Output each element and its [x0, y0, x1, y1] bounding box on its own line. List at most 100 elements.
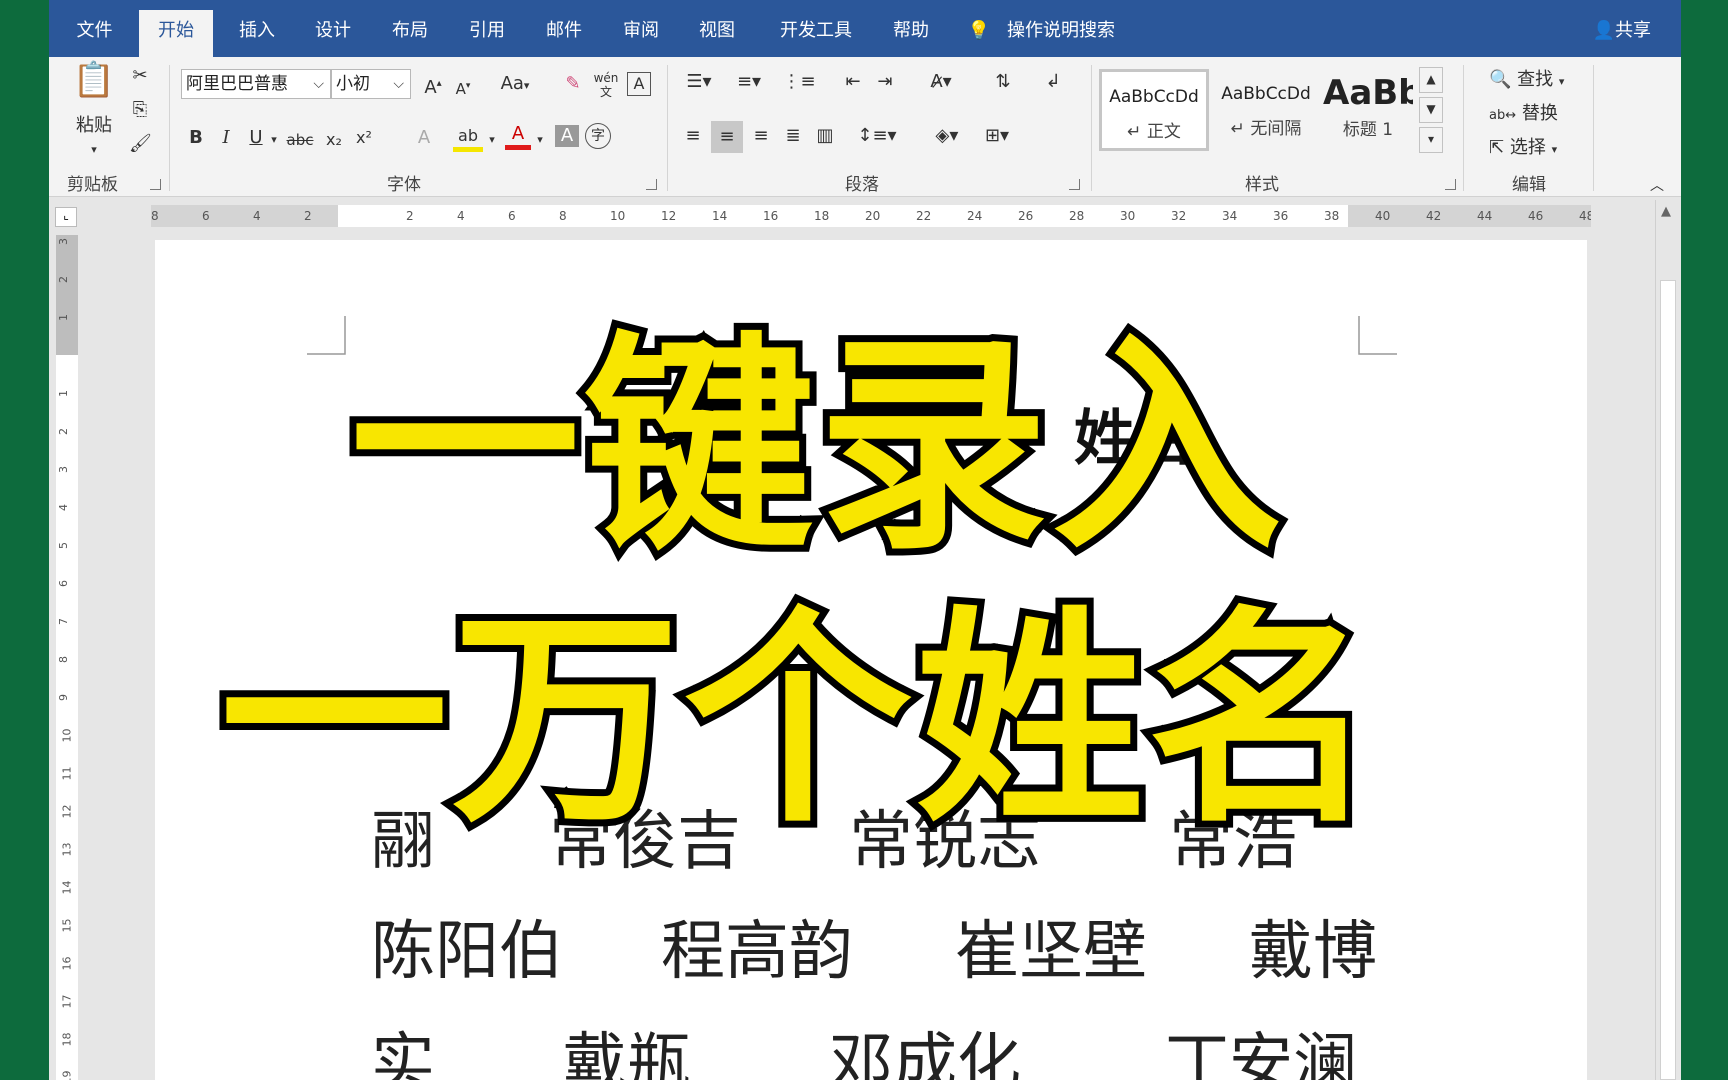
- tab-layout[interactable]: 布局: [382, 16, 438, 57]
- change-case-label: Aa: [500, 73, 524, 94]
- align-right-icon[interactable]: ≡: [747, 125, 775, 147]
- font-color-icon[interactable]: A: [505, 123, 531, 150]
- clipboard-group-label: 剪贴板: [67, 175, 118, 195]
- tab-home[interactable]: 开始: [139, 10, 213, 57]
- style-normal[interactable]: AaBbCcDd ↵ 正文: [1099, 69, 1209, 151]
- paste-button[interactable]: 粘贴: [71, 115, 117, 137]
- tab-insert[interactable]: 插入: [229, 16, 285, 57]
- ruler-tick-label: 14: [712, 209, 728, 223]
- text-effects-icon[interactable]: A: [411, 127, 437, 149]
- ruler-tick-label: 36: [1273, 209, 1289, 223]
- format-painter-icon[interactable]: 🖌: [129, 133, 152, 155]
- chinese-layout-icon[interactable]: A̷▾: [921, 71, 961, 93]
- name-row: 实 戴瓶 邓成化 丁安澜: [49, 1012, 1481, 1080]
- styles-more-icon[interactable]: ▾: [1419, 127, 1443, 153]
- tab-mailings[interactable]: 邮件: [536, 16, 592, 57]
- strikethrough-button[interactable]: abc: [283, 129, 317, 151]
- font-launcher-icon[interactable]: [646, 179, 657, 190]
- increase-indent-icon[interactable]: ⇥: [871, 71, 899, 93]
- style-preview: AaBbCcDd: [1221, 84, 1311, 104]
- subscript-button[interactable]: x₂: [321, 129, 347, 151]
- shrink-font-icon[interactable]: A▾: [451, 75, 475, 100]
- ruler-tick-label: 44: [1477, 209, 1493, 223]
- distributed-icon[interactable]: ▥: [811, 125, 839, 147]
- char-shading-icon[interactable]: A: [555, 125, 579, 147]
- phonetic-guide-icon[interactable]: wén 文: [593, 71, 619, 99]
- share-button[interactable]: 👤共享: [1593, 16, 1651, 46]
- ruler-tick-label: 26: [1018, 209, 1034, 223]
- ruler-tick-label: 2: [406, 209, 414, 223]
- tab-design[interactable]: 设计: [305, 16, 361, 57]
- name-cell: 崔坚壁: [955, 915, 1147, 989]
- select-label: 选择: [1509, 137, 1546, 158]
- collapse-ribbon-icon[interactable]: ︿: [1647, 175, 1667, 197]
- cut-icon[interactable]: ✂: [129, 65, 151, 87]
- show-marks-icon[interactable]: ↲: [1039, 71, 1067, 93]
- style-no-spacing[interactable]: AaBbCcDd ↵ 无间隔: [1211, 69, 1321, 151]
- grow-font-icon[interactable]: A▴: [421, 73, 445, 99]
- styles-launcher-icon[interactable]: [1445, 179, 1456, 190]
- style-heading-1[interactable]: AaBb 标题 1: [1323, 69, 1413, 151]
- font-color-dropdown-icon[interactable]: ▾: [533, 129, 547, 151]
- sort-icon[interactable]: ⇅: [989, 71, 1017, 93]
- horizontal-ruler[interactable]: 8 6 4 2 2 4 6 8 10 12 14 16 18 20 22 24 26 28 30 32 34 36 38 40…: [151, 205, 1591, 227]
- bold-button[interactable]: B: [185, 127, 207, 149]
- replace-button[interactable]: ab↔ 替换: [1489, 99, 1558, 125]
- ruler-tick-label: 40: [1375, 209, 1391, 223]
- ruler-tick-label: 10: [610, 209, 626, 223]
- decrease-indent-icon[interactable]: ⇤: [839, 71, 867, 93]
- replace-label: 替换: [1521, 103, 1558, 124]
- paragraph-launcher-icon[interactable]: [1069, 179, 1080, 190]
- tab-selector[interactable]: ⌞: [55, 207, 77, 227]
- superscript-button[interactable]: x²: [351, 127, 377, 149]
- underline-button[interactable]: U: [245, 127, 267, 149]
- name-cell: 邓成化: [829, 1027, 1021, 1080]
- bullets-icon[interactable]: ☰▾: [679, 71, 719, 93]
- clear-formatting-icon[interactable]: ✎: [561, 73, 585, 95]
- ruler-tick-label: 7: [57, 618, 70, 625]
- copy-icon[interactable]: ⎘: [129, 99, 151, 121]
- styles-scroll-down-icon[interactable]: ▼: [1419, 97, 1443, 123]
- tab-references[interactable]: 引用: [459, 16, 515, 57]
- ruler-tick-label: 42: [1426, 209, 1442, 223]
- justify-icon[interactable]: ≣: [779, 125, 807, 147]
- highlight-dropdown-icon[interactable]: ▾: [485, 129, 499, 151]
- lightbulb-icon[interactable]: 💡: [964, 16, 994, 57]
- vertical-scrollbar[interactable]: ▲: [1655, 200, 1681, 1080]
- shading-icon[interactable]: ◈▾: [927, 125, 967, 147]
- multilevel-list-icon[interactable]: ⋮≡: [779, 71, 819, 93]
- scroll-up-icon[interactable]: ▲: [1661, 204, 1671, 219]
- clipboard-launcher-icon[interactable]: [150, 179, 161, 190]
- align-center-icon[interactable]: ≡: [711, 121, 743, 153]
- change-case-button[interactable]: Aa▾: [495, 73, 535, 97]
- font-size-combo[interactable]: 小初 ⌵: [331, 69, 411, 99]
- clipboard-icon[interactable]: 📋: [69, 63, 119, 109]
- tab-view[interactable]: 视图: [689, 16, 745, 57]
- tab-developer[interactable]: 开发工具: [771, 16, 861, 57]
- find-button[interactable]: 🔍 查找 ▾: [1489, 65, 1564, 91]
- italic-button[interactable]: I: [215, 127, 237, 149]
- char-border-icon[interactable]: A: [627, 72, 651, 96]
- align-left-icon[interactable]: ≡: [679, 125, 707, 147]
- paste-dropdown-icon[interactable]: ▾: [84, 139, 104, 161]
- name-row: 陈阳伯 程高韵 崔坚壁 戴博: [49, 900, 1481, 990]
- tab-help[interactable]: 帮助: [883, 16, 939, 57]
- tell-me-search[interactable]: 操作说明搜索: [1001, 16, 1121, 57]
- find-label: 查找: [1517, 69, 1554, 90]
- select-button[interactable]: ⇱ 选择 ▾: [1489, 133, 1557, 159]
- scrollbar-thumb[interactable]: [1660, 280, 1676, 1080]
- underline-dropdown-icon[interactable]: ▾: [267, 129, 281, 151]
- ruler-tick-label: 1: [57, 314, 70, 321]
- styles-scroll-up-icon[interactable]: ▲: [1419, 67, 1443, 93]
- borders-icon[interactable]: ⊞▾: [977, 125, 1017, 147]
- tab-file[interactable]: 文件: [67, 16, 122, 57]
- enclose-char-icon[interactable]: 字: [585, 123, 611, 149]
- tab-review[interactable]: 审阅: [613, 16, 669, 57]
- line-spacing-icon[interactable]: ↕≡▾: [857, 125, 897, 147]
- replace-icon: ab↔: [1489, 108, 1517, 123]
- highlight-color-icon[interactable]: ab: [453, 125, 483, 152]
- numbering-icon[interactable]: ≡▾: [729, 71, 769, 93]
- font-name-combo[interactable]: 阿里巴巴普惠 ⌵: [181, 69, 331, 99]
- document-heading: 姓名: [1074, 404, 1194, 474]
- search-icon: 🔍: [1489, 69, 1512, 90]
